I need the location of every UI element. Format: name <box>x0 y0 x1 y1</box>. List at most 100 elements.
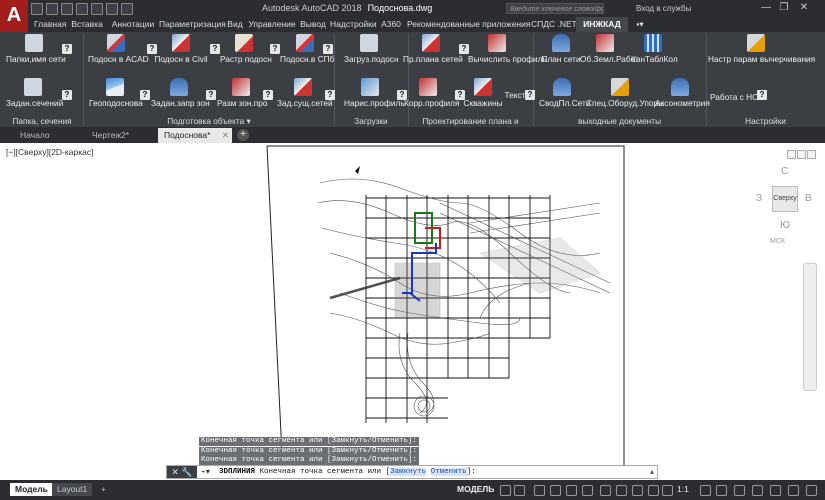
tab-a360[interactable]: А360 <box>379 17 403 32</box>
wcs-menu[interactable]: МСК <box>770 238 785 245</box>
base-to-acad-button[interactable]: Подосн в ACAD <box>88 34 149 64</box>
tab-output[interactable]: Вывод <box>300 17 326 32</box>
text-button[interactable]: Текст <box>504 90 526 100</box>
tab-featured-apps[interactable]: Рекомендованные приложения <box>407 17 530 32</box>
open-icon[interactable] <box>46 2 58 15</box>
equipment-spec-button[interactable]: Спец.Оборуд.Упоры <box>586 78 664 108</box>
restore-icon[interactable]: ❐ <box>777 1 791 15</box>
grid-icon[interactable] <box>500 485 511 496</box>
isolate-objects-icon[interactable] <box>788 485 799 496</box>
quick-properties-icon[interactable] <box>752 485 763 496</box>
add-layout-icon[interactable]: + <box>96 483 111 496</box>
ortho-icon[interactable] <box>534 485 545 496</box>
help-icon[interactable]: ? <box>757 90 767 100</box>
help-icon[interactable]: ? <box>62 44 72 54</box>
tab-manage[interactable]: Управление <box>247 17 297 32</box>
customize-icon[interactable]: 🔧 <box>181 467 192 477</box>
axonometry-button[interactable]: Аксонометрия <box>655 78 710 108</box>
tab-annotate[interactable]: Аннотации <box>110 17 156 32</box>
set-forbidden-zones-button[interactable]: Задан.запр зон <box>151 78 210 108</box>
annotation-icon[interactable] <box>632 485 643 496</box>
set-sections-button[interactable]: Задан.сечений <box>6 78 63 108</box>
load-base-button[interactable]: Загруз.подосн <box>344 34 399 64</box>
wells-button[interactable]: Скважины <box>462 78 504 108</box>
navigation-bar[interactable] <box>803 263 817 391</box>
otrack-icon[interactable] <box>600 485 611 496</box>
nsi-button[interactable]: Работа с НСИ <box>710 92 764 102</box>
new-icon[interactable] <box>31 2 43 15</box>
tab-model[interactable]: Модель <box>10 483 53 496</box>
hardware-acceleration-icon[interactable] <box>770 485 781 496</box>
lineweight-icon[interactable] <box>616 485 627 496</box>
tab-insert[interactable]: Вставка <box>68 17 106 32</box>
polar-icon[interactable] <box>550 485 561 496</box>
drawing-canvas[interactable]: [−][Сверху][2D-каркас] <box>0 143 825 478</box>
command-line[interactable]: ✕ 🔧 ⌁▾ 3DПЛИНИЯ Конечная точка сегмента … <box>166 465 658 479</box>
draw-profile-button[interactable]: Нарис.профиль <box>344 78 405 108</box>
undo-icon[interactable] <box>106 2 118 15</box>
tab-drawing2[interactable]: Чертеж2* <box>86 128 156 143</box>
redo-icon[interactable] <box>121 2 133 15</box>
option-undo[interactable]: Отменить <box>430 468 467 476</box>
zone-size-button[interactable]: Разм зон.про <box>217 78 268 108</box>
tab-start[interactable]: Начало <box>14 128 84 143</box>
existing-networks-button[interactable]: Зад.сущ.сетей <box>277 78 333 108</box>
isodraft-icon[interactable] <box>566 485 577 496</box>
well-table-button[interactable]: КанТаблКол <box>631 34 678 64</box>
help-icon[interactable]: ? <box>140 90 150 100</box>
help-icon[interactable]: ? <box>263 90 273 100</box>
help-icon[interactable]: ? <box>206 90 216 100</box>
compass-south[interactable]: Ю <box>780 220 790 231</box>
osnap-icon[interactable] <box>582 485 593 496</box>
network-plan-button[interactable]: Пр.плана сетей <box>403 34 463 64</box>
workspace-gear-icon[interactable] <box>700 485 711 496</box>
help-icon[interactable]: ? <box>62 90 72 100</box>
application-menu-button[interactable]: A <box>0 0 28 32</box>
network-plan-output-button[interactable]: План сети <box>541 34 581 64</box>
folders-network-button[interactable]: Папки,имя сети <box>6 34 66 64</box>
save-as-icon[interactable] <box>76 2 88 15</box>
new-tab-icon[interactable]: + <box>237 129 249 141</box>
close-command-icon[interactable]: ✕ <box>171 467 179 477</box>
snap-icon[interactable] <box>514 485 525 496</box>
correct-profile-button[interactable]: Корр.профиля <box>404 78 460 108</box>
help-icon[interactable]: ? <box>525 90 535 100</box>
help-icon[interactable]: ? <box>210 44 220 54</box>
option-close[interactable]: Замкнуть <box>390 468 427 476</box>
compass-north[interactable]: С <box>781 166 788 177</box>
search-input[interactable]: Введите ключевое слово/фразу <box>506 3 604 14</box>
units-icon[interactable] <box>734 485 745 496</box>
help-icon[interactable]: ? <box>455 90 465 100</box>
maximize-viewport-icon[interactable] <box>797 150 806 159</box>
command-prompt-icon[interactable]: ⌁▾ <box>201 466 210 478</box>
tab-home[interactable]: Главная <box>34 17 66 32</box>
annotation-scale-icon[interactable] <box>662 485 673 496</box>
summary-plan-button[interactable]: СводПл.Сети <box>539 78 590 108</box>
close-tab-icon[interactable]: ✕ <box>222 128 229 143</box>
annotation-scale[interactable]: 1:1 <box>677 484 689 494</box>
help-icon[interactable]: ? <box>325 90 335 100</box>
tab-inzhkad[interactable]: ИНЖКАД <box>576 17 628 32</box>
minimize-icon[interactable]: — <box>759 1 773 15</box>
close-icon[interactable]: ✕ <box>797 1 811 15</box>
annotation-visibility-icon[interactable] <box>648 485 659 496</box>
tab-podosnova[interactable]: Подоснова* ✕ <box>158 128 232 143</box>
raster-base-button[interactable]: Растр подосн <box>220 34 272 64</box>
model-space-button[interactable]: МОДЕЛЬ <box>457 484 494 494</box>
plus-icon[interactable] <box>716 485 727 496</box>
help-icon[interactable]: ? <box>270 44 280 54</box>
help-icon[interactable]: ? <box>459 44 469 54</box>
tab-layout1[interactable]: Layout1 <box>52 483 93 496</box>
help-icon[interactable]: ? <box>323 44 333 54</box>
base-to-civil-button[interactable]: Подосн в Civil <box>153 34 209 64</box>
viewcube-top-face[interactable]: Сверху <box>772 186 798 212</box>
compass-west[interactable]: З <box>756 193 762 204</box>
login-link[interactable]: Вход в службы <box>636 4 691 13</box>
close-viewport-icon[interactable] <box>807 150 816 159</box>
minimize-viewport-icon[interactable] <box>787 150 796 159</box>
recent-commands-icon[interactable]: ▴ <box>650 466 654 478</box>
compute-profile-button[interactable]: Вычислить профиль <box>468 34 547 64</box>
tab-addins[interactable]: Надстройки <box>330 17 377 32</box>
compass-east[interactable]: В <box>805 193 812 204</box>
tab-spds[interactable]: СПДС .NET <box>531 17 577 32</box>
